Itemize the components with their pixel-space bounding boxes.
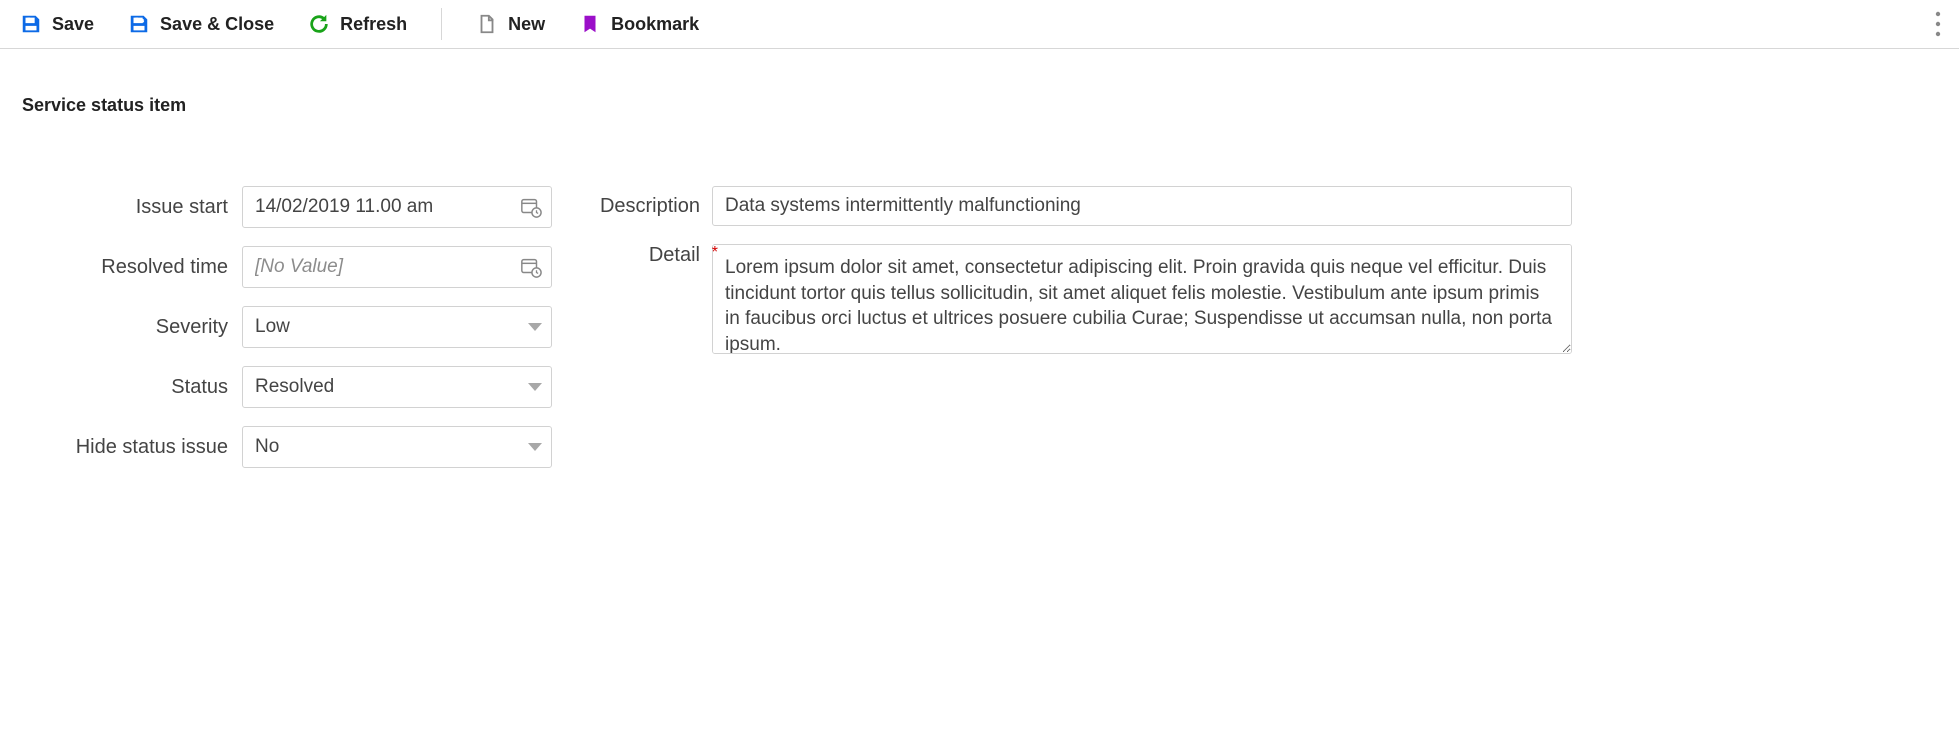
status-wrap bbox=[242, 366, 552, 408]
issue-start-row: Issue start bbox=[22, 186, 552, 228]
detail-textarea[interactable] bbox=[712, 244, 1572, 354]
kebab-icon bbox=[1935, 25, 1941, 42]
more-actions-button[interactable] bbox=[1935, 10, 1941, 43]
form-right-column: Description Detail * bbox=[592, 186, 1937, 372]
toolbar: Save Save & Close Refresh New Bookmark bbox=[0, 0, 1959, 49]
detail-row: Detail * bbox=[592, 244, 1937, 354]
resolved-time-label: Resolved time bbox=[22, 256, 242, 279]
severity-row: Severity bbox=[22, 306, 552, 348]
page-body: Service status item Issue start Resolved… bbox=[0, 49, 1959, 526]
save-icon bbox=[20, 13, 42, 35]
hide-status-label: Hide status issue bbox=[22, 436, 242, 459]
chevron-down-icon[interactable] bbox=[528, 383, 542, 391]
description-input[interactable] bbox=[712, 186, 1572, 226]
save-button[interactable]: Save bbox=[14, 9, 100, 39]
form: Issue start Resolved time bbox=[22, 186, 1937, 486]
status-select[interactable] bbox=[242, 366, 552, 408]
bookmark-label: Bookmark bbox=[611, 14, 699, 35]
resolved-time-wrap bbox=[242, 246, 552, 288]
bookmark-button[interactable]: Bookmark bbox=[573, 9, 705, 39]
form-left-column: Issue start Resolved time bbox=[22, 186, 552, 486]
save-close-button[interactable]: Save & Close bbox=[122, 9, 280, 39]
severity-select[interactable] bbox=[242, 306, 552, 348]
save-close-icon bbox=[128, 13, 150, 35]
description-row: Description bbox=[592, 186, 1937, 226]
save-label: Save bbox=[52, 14, 94, 35]
required-indicator: * bbox=[712, 244, 718, 262]
refresh-button[interactable]: Refresh bbox=[302, 9, 413, 39]
section-title: Service status item bbox=[22, 95, 1937, 116]
save-close-label: Save & Close bbox=[160, 14, 274, 35]
calendar-clock-icon[interactable] bbox=[520, 256, 542, 278]
hide-status-wrap bbox=[242, 426, 552, 468]
detail-label-text: Detail bbox=[649, 244, 700, 266]
status-row: Status bbox=[22, 366, 552, 408]
chevron-down-icon[interactable] bbox=[528, 323, 542, 331]
refresh-label: Refresh bbox=[340, 14, 407, 35]
resolved-time-row: Resolved time bbox=[22, 246, 552, 288]
issue-start-input[interactable] bbox=[242, 186, 552, 228]
hide-status-select[interactable] bbox=[242, 426, 552, 468]
detail-label: Detail * bbox=[592, 244, 712, 267]
description-label: Description bbox=[592, 195, 712, 218]
severity-label: Severity bbox=[22, 316, 242, 339]
hide-status-row: Hide status issue bbox=[22, 426, 552, 468]
toolbar-divider bbox=[441, 8, 442, 40]
new-button[interactable]: New bbox=[470, 9, 551, 39]
severity-wrap bbox=[242, 306, 552, 348]
status-label: Status bbox=[22, 376, 242, 399]
resolved-time-input[interactable] bbox=[242, 246, 552, 288]
new-label: New bbox=[508, 14, 545, 35]
calendar-clock-icon[interactable] bbox=[520, 196, 542, 218]
issue-start-wrap bbox=[242, 186, 552, 228]
bookmark-icon bbox=[579, 13, 601, 35]
chevron-down-icon[interactable] bbox=[528, 443, 542, 451]
file-icon bbox=[476, 13, 498, 35]
issue-start-label: Issue start bbox=[22, 196, 242, 219]
refresh-icon bbox=[308, 13, 330, 35]
